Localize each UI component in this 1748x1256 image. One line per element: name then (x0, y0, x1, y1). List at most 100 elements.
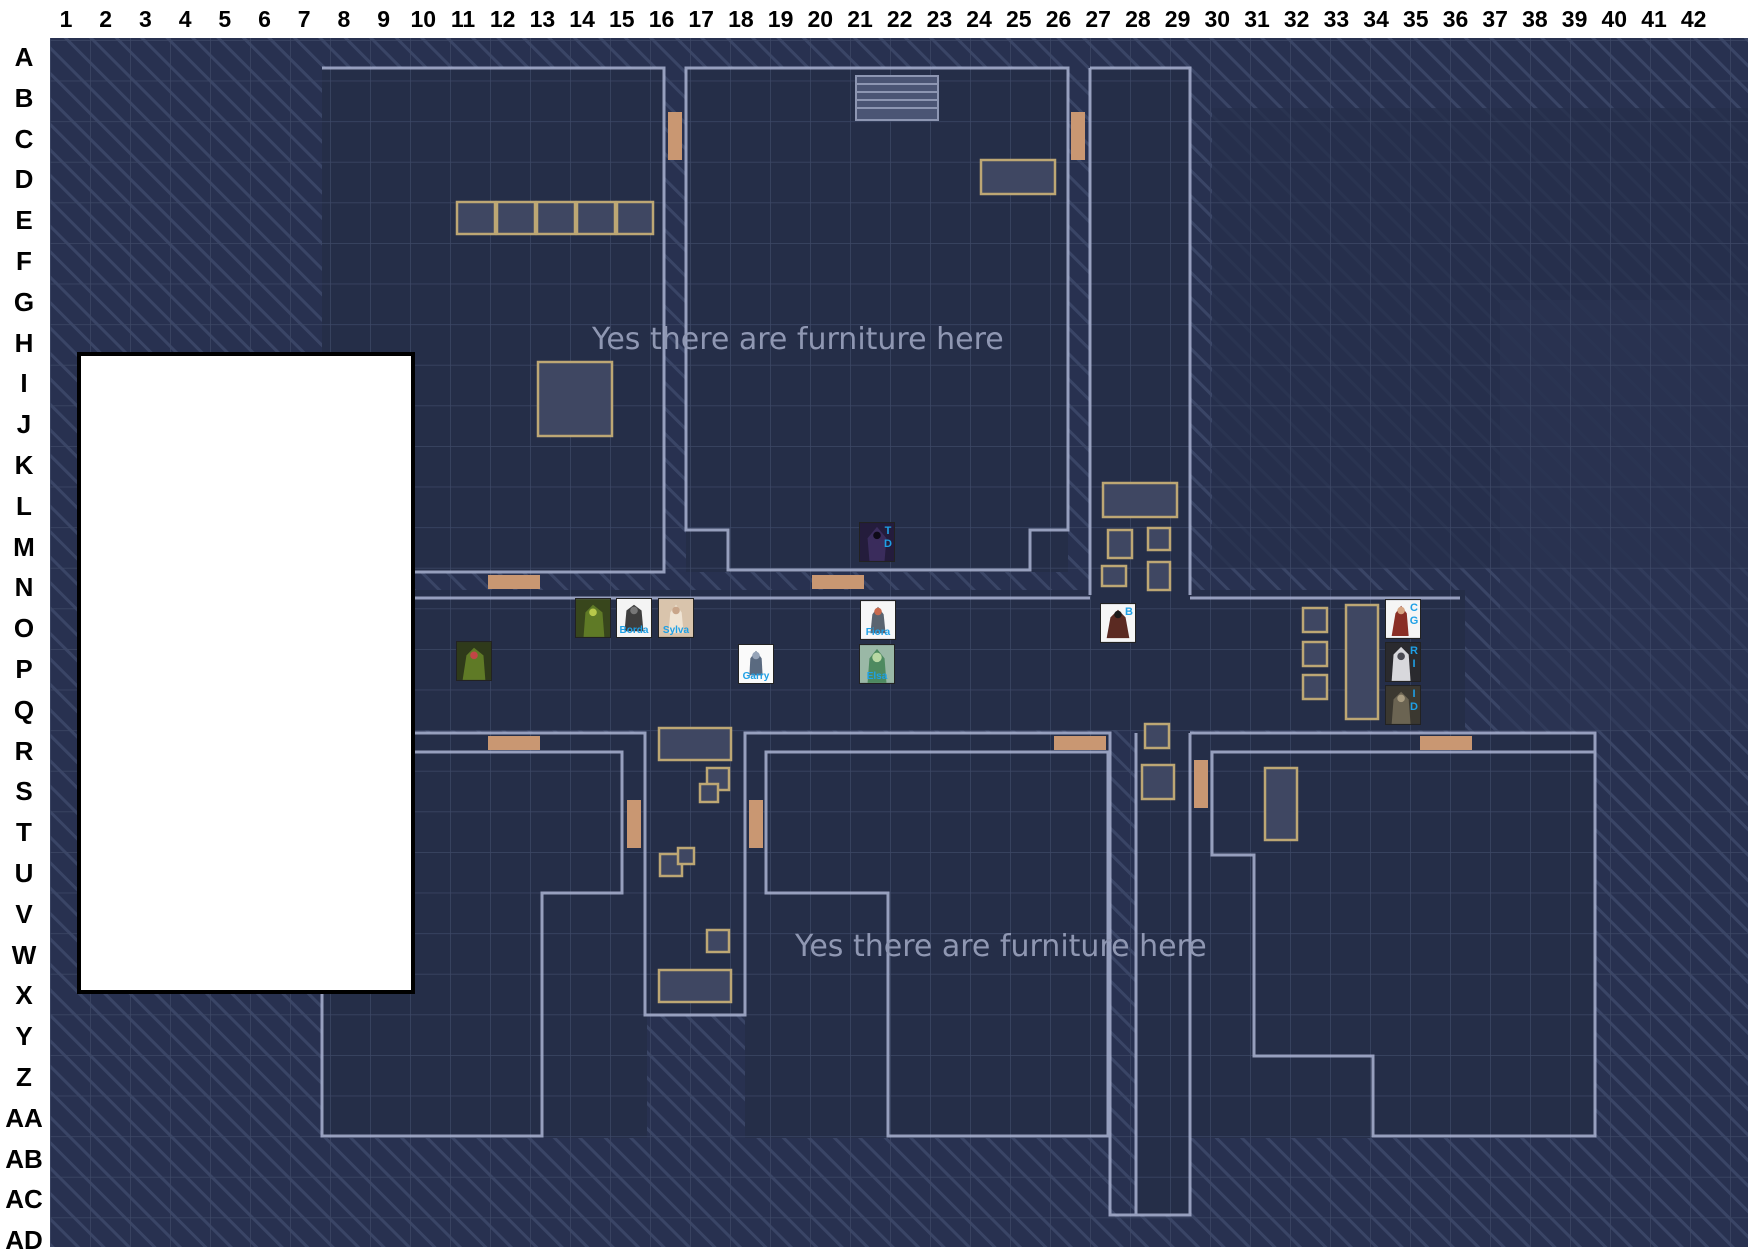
row-label: S (15, 776, 33, 807)
token-label: Garry (742, 671, 770, 682)
column-label: 25 (1006, 6, 1032, 32)
column-label: 29 (1164, 6, 1191, 32)
token-knight-figure[interactable]: Garry (738, 644, 774, 684)
column-label: 16 (648, 6, 675, 32)
token-armored-warrior[interactable]: Borda (616, 598, 652, 638)
column-label: 38 (1522, 6, 1548, 32)
column-label: 2 (99, 6, 113, 32)
row-label: Z (16, 1062, 32, 1092)
row-label: AA (5, 1102, 43, 1133)
token-label: Elsa (866, 671, 888, 682)
row-label: P (15, 654, 33, 684)
column-label: 39 (1561, 6, 1588, 32)
column-label: 10 (410, 6, 437, 32)
column-label: 23 (926, 6, 953, 32)
row-label: M (13, 531, 35, 562)
column-label: 15 (609, 6, 635, 32)
token-side-label: TD (884, 525, 892, 550)
column-label: 8 (337, 6, 351, 32)
column-label: 32 (1283, 6, 1310, 32)
row-label: A (14, 42, 34, 72)
column-label: 21 (847, 6, 873, 32)
column-label: 18 (728, 6, 754, 32)
token-red-robed-figure[interactable]: CG (1385, 599, 1421, 639)
token-side-label: B (1125, 606, 1133, 618)
battle-map[interactable]: 1 2 3 4 5 6 7 8 9 10 11 12 13 14 15 16 17 18 19 20 21 22 23 24 2… (0, 0, 1748, 1255)
column-label: 19 (767, 6, 794, 32)
token-side-label: ID (1410, 688, 1418, 713)
token-bearded-figure[interactable]: B (1100, 603, 1136, 643)
column-label: 11 (450, 6, 476, 32)
row-label: X (15, 980, 33, 1011)
column-label: 37 (1482, 6, 1508, 32)
row-label: N (14, 572, 34, 603)
column-label: 3 (138, 6, 152, 32)
column-label: 41 (1641, 6, 1667, 32)
column-label: 22 (886, 6, 913, 32)
column-label: 7 (297, 6, 311, 32)
column-label: 9 (377, 6, 390, 32)
row-label: L (16, 490, 32, 521)
column-label: 13 (529, 6, 556, 32)
column-label: 42 (1680, 6, 1707, 32)
token-label: Fiora (865, 627, 891, 638)
column-label: 5 (218, 6, 232, 32)
column-label: 14 (569, 6, 595, 32)
row-label: T (16, 817, 32, 848)
row-label: F (16, 246, 32, 276)
row-label: C (14, 123, 34, 154)
blank-white-panel (77, 352, 415, 994)
row-label: AC (5, 1184, 43, 1215)
token-green-monster-1[interactable] (575, 598, 611, 638)
column-label: 17 (688, 6, 714, 32)
row-label: W (11, 939, 37, 970)
room-note-south: Yes there are furniture here (795, 929, 1207, 964)
row-label: E (15, 205, 33, 236)
room-note-north: Yes there are furniture here (592, 322, 1004, 357)
column-label: 35 (1403, 6, 1429, 32)
row-label: G (13, 286, 35, 317)
row-label: AD (5, 1225, 43, 1256)
column-label: 31 (1244, 6, 1270, 32)
token-side-label: RI (1410, 645, 1418, 670)
token-pale-figure[interactable]: Sylva (658, 598, 694, 638)
row-label: B (14, 82, 34, 113)
token-robed-figure[interactable]: Fiora (860, 600, 896, 640)
column-label: 20 (807, 6, 834, 32)
column-label: 27 (1085, 6, 1111, 32)
column-label: 36 (1442, 6, 1469, 32)
stairs (855, 75, 939, 121)
green-monster-icon (576, 599, 610, 637)
column-label: 34 (1363, 6, 1389, 32)
column-label: 40 (1601, 6, 1628, 32)
green-monster-icon (457, 642, 491, 680)
token-dark-rogue[interactable]: ID (1385, 685, 1421, 725)
token-label: Borda (619, 625, 649, 636)
row-label: AB (5, 1143, 43, 1174)
row-label: Q (13, 694, 35, 725)
column-label: 1 (59, 6, 73, 32)
row-label: Y (15, 1021, 33, 1052)
token-side-label: CG (1409, 602, 1419, 627)
row-label: U (14, 858, 34, 888)
row-label: V (15, 898, 33, 929)
row-label: I (20, 368, 28, 399)
row-label: D (14, 164, 34, 195)
token-green-elf[interactable]: Elsa (859, 644, 895, 684)
row-label: K (14, 450, 34, 480)
column-label: 6 (258, 6, 271, 32)
column-label: 24 (966, 6, 992, 32)
token-green-monster-2[interactable] (456, 641, 492, 681)
row-label: H (14, 327, 34, 358)
token-dark-hooded-figure[interactable]: TD (859, 522, 895, 562)
row-label: R (14, 735, 34, 766)
column-label: 28 (1125, 6, 1151, 32)
column-label: 12 (489, 6, 516, 32)
row-label: O (13, 613, 35, 644)
token-label: Sylva (662, 625, 690, 636)
column-label: 4 (178, 6, 192, 32)
column-label: 26 (1045, 6, 1072, 32)
token-white-haired-figure[interactable]: RI (1385, 642, 1421, 682)
row-label: J (16, 409, 32, 440)
column-label: 33 (1323, 6, 1350, 32)
